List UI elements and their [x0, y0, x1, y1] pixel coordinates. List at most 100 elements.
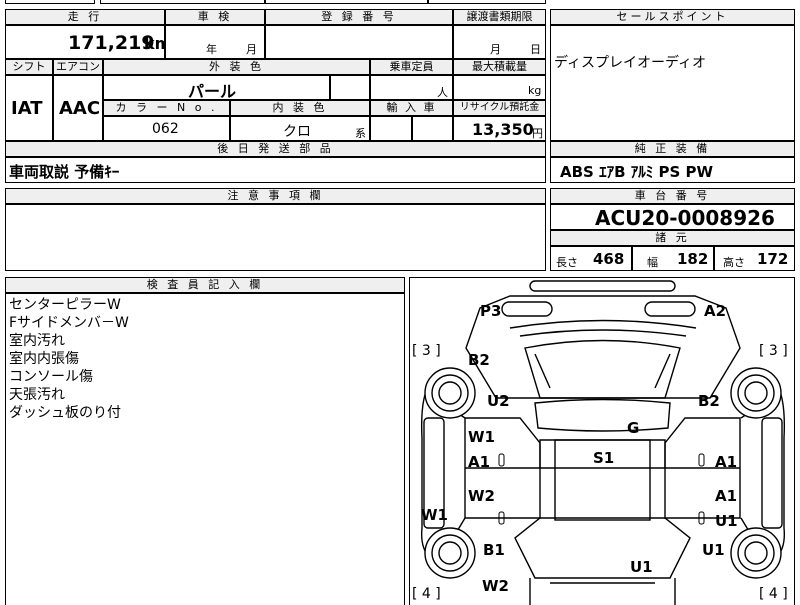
mark-p3: P3	[480, 302, 501, 320]
exterior-color-value: パール	[188, 82, 237, 100]
recycle-unit: 円	[532, 127, 543, 140]
mark-b2-left: B2	[468, 351, 490, 369]
later-parts-text: 車両取説 予備ｷｰ	[9, 163, 120, 181]
mark-b1: B1	[483, 541, 505, 559]
equipment-header: 純 正 装 備	[550, 141, 795, 157]
capacity-header: 乗車定員	[370, 59, 453, 75]
top-strip-cell	[265, 0, 428, 4]
exterior-color-header: 外 装 色	[103, 59, 370, 75]
color-no-value: 062	[152, 121, 179, 137]
sales-point-cell: ディスプレイオーディオ	[550, 25, 795, 141]
mileage-value: 171,219	[68, 32, 155, 54]
inspector-line: 天張汚れ	[9, 387, 65, 403]
aircon-cell: AAC	[53, 75, 103, 141]
length-cell: 長さ 468	[550, 246, 632, 271]
transfer-deadline-header: 譲渡書類期限	[453, 9, 546, 25]
inspector-cell: センターピラーW Fサイドメンバ－W 室内汚れ 室内内張傷 コンソール傷 天張汚…	[5, 293, 405, 605]
aircon-header: エアコン	[53, 59, 103, 75]
equipment-cell: ABS ｴｱB ｱﾙﾐ PS PW	[550, 157, 795, 183]
length-value: 468	[593, 250, 625, 268]
mark-a1-right-upper: A1	[715, 453, 737, 471]
mileage-header: 走 行	[5, 9, 165, 25]
mileage-cell: 171,219 km	[5, 25, 165, 59]
registration-cell	[265, 25, 453, 59]
later-parts-cell: 車両取説 予備ｷｰ	[5, 157, 546, 183]
mark-w2-rear: W2	[482, 577, 509, 595]
mark-a2: A2	[704, 302, 726, 320]
chassis-number: ACU20-0008926	[595, 206, 775, 230]
max-load-cell: kg	[453, 75, 546, 100]
tire-label-front-left: [ 3 ]	[412, 343, 441, 359]
inspector-line: センターピラーW	[9, 297, 121, 313]
mileage-unit: km	[144, 34, 164, 53]
height-label: 高さ	[723, 256, 745, 269]
interior-color-value: クロ	[283, 124, 311, 140]
inspector-line: 室内内張傷	[9, 351, 79, 367]
interior-color-header: 内 装 色	[230, 100, 370, 116]
import-cell-b	[412, 116, 453, 141]
width-cell: 幅 182	[632, 246, 714, 271]
inspection-year-label: 年	[206, 43, 217, 56]
tire-label-front-right: [ 3 ]	[759, 343, 788, 359]
notes-cell	[5, 204, 546, 271]
mark-a1-left-upper: A1	[468, 453, 490, 471]
color-no-cell: 062	[103, 116, 230, 141]
exterior-color-cell: パール	[103, 75, 330, 100]
inspector-header: 検 査 員 記 入 欄	[5, 277, 405, 293]
height-value: 172	[757, 250, 789, 268]
inspector-line: 室内汚れ	[9, 333, 65, 349]
transfer-month-label: 月	[490, 43, 501, 56]
inspection-month-label: 月	[246, 43, 257, 56]
width-value: 182	[677, 250, 709, 268]
top-strip-cell	[5, 0, 95, 4]
shift-cell: IAT	[5, 75, 53, 141]
transfer-deadline-cell: 月 日	[453, 25, 546, 59]
capacity-unit: 人	[437, 86, 448, 99]
recycle-cell: 13,350 円	[453, 116, 546, 141]
mark-b2-right: B2	[698, 392, 720, 410]
mark-w1-side: W1	[421, 506, 448, 524]
length-label: 長さ	[556, 256, 578, 269]
max-load-header: 最大積載量	[453, 59, 546, 75]
mark-a1-right-lower: A1	[715, 487, 737, 505]
mark-s1: S1	[593, 449, 614, 467]
mark-g: G	[627, 419, 639, 437]
height-cell: 高さ 172	[714, 246, 795, 271]
inspection-header: 車 検	[165, 9, 265, 25]
car-diagram: P3 A2 B2 U2 B2 W1 A1 G S1 A1 W2 A1 W1 U1…	[412, 280, 788, 605]
registration-header: 登 録 番 号	[265, 9, 453, 25]
sales-point-text: ディスプレイオーディオ	[554, 55, 707, 71]
mark-w1-left: W1	[468, 428, 495, 446]
aircon-value: AAC	[59, 98, 101, 119]
top-strip-cell	[428, 0, 546, 4]
inspector-line: ダッシュ板のり付	[9, 405, 121, 421]
dimensions-header: 諸 元	[550, 230, 795, 246]
notes-header: 注 意 事 項 欄	[5, 188, 546, 204]
mark-w2-left: W2	[468, 487, 495, 505]
mark-u1-right-door: U1	[715, 512, 738, 530]
equipment-text: ABS ｴｱB ｱﾙﾐ PS PW	[560, 163, 714, 181]
top-strip-cell	[100, 0, 265, 4]
mark-u1-right-rear: U1	[702, 541, 725, 559]
chassis-header: 車 台 番 号	[550, 188, 795, 204]
interior-color-cell: クロ 系	[230, 116, 370, 141]
recycle-value: 13,350	[472, 120, 534, 139]
mark-u1-center: U1	[630, 558, 653, 576]
max-load-unit: kg	[528, 84, 542, 97]
inspection-cell: 年 月	[165, 25, 265, 59]
interior-suffix: 系	[355, 127, 366, 140]
import-cell-a	[370, 116, 412, 141]
inspector-line: コンソール傷	[9, 369, 93, 385]
capacity-cell: 人	[370, 75, 453, 100]
inspector-line: Fサイドメンバ－W	[9, 315, 129, 331]
recycle-header: リサイクル預託金	[453, 100, 546, 116]
sales-point-header: セールスポイント	[550, 9, 795, 25]
mark-u2: U2	[487, 392, 510, 410]
later-parts-header: 後 日 発 送 部 品	[5, 141, 546, 157]
width-label: 幅	[647, 256, 658, 269]
exterior-color-extra-cell	[330, 75, 370, 100]
chassis-cell: ACU20-0008926	[550, 204, 795, 230]
import-header: 輸 入 車	[370, 100, 453, 116]
car-diagram-box: P3 A2 B2 U2 B2 W1 A1 G S1 A1 W2 A1 W1 U1…	[409, 277, 795, 605]
transfer-day-label: 日	[530, 43, 541, 56]
